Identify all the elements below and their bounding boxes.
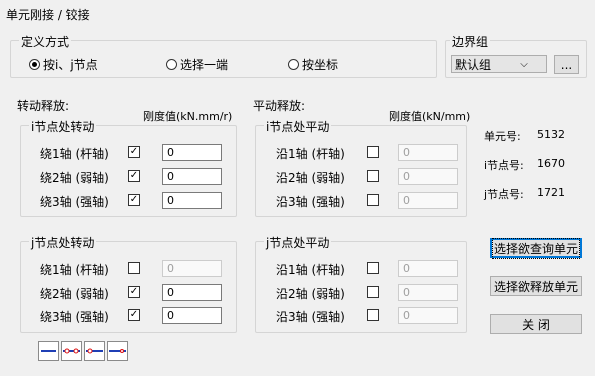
tr-j-axis1-checkbox[interactable] — [367, 262, 379, 274]
rot-j-axis3-checkbox[interactable]: ✓ — [128, 309, 140, 321]
rotation-release-title: 转动释放: — [17, 99, 70, 113]
radio-label: 按坐标 — [302, 58, 339, 72]
tr-j-axis3-stiffness-input: 0 — [398, 307, 458, 324]
select-query-element-button[interactable]: 选择欲查询单元 — [490, 237, 582, 259]
j-node-rotation-legend: j节点处转动 — [29, 234, 97, 251]
rigid-beam-icon[interactable] — [38, 341, 59, 361]
tr-j-axis2-label: 沿2轴 (弱轴) — [276, 287, 345, 301]
element-number-value: 5132 — [537, 128, 565, 141]
i-node-number-label: i节点号: — [484, 159, 524, 172]
rot-i-axis2-checkbox[interactable]: ✓ — [128, 170, 140, 182]
rot-i-axis3-checkbox[interactable]: ✓ — [128, 194, 140, 206]
hinge-both-ends-icon[interactable] — [61, 341, 82, 361]
rot-j-axis3-stiffness-input[interactable]: 0 — [162, 307, 222, 324]
tr-i-axis3-checkbox[interactable] — [367, 194, 379, 206]
select-query-element-label: 选择欲查询单元 — [491, 237, 581, 259]
translation-release-title: 平动释放: — [253, 99, 306, 113]
rotation-stiffness-header: 刚度值(kN.mm/r) — [143, 110, 233, 123]
rot-j-axis1-stiffness-input: 0 — [162, 260, 222, 277]
tr-i-axis1-label: 沿1轴 (杆轴) — [276, 147, 345, 161]
j-node-number-value: 1721 — [537, 186, 565, 199]
j-node-translation-legend: j节点处平动 — [264, 234, 332, 251]
tr-i-axis2-label: 沿2轴 (弱轴) — [276, 171, 345, 185]
i-node-rotation-legend: i节点处转动 — [29, 118, 97, 135]
radio-circle — [166, 59, 177, 70]
rot-j-axis2-label: 绕2轴 (弱轴) — [40, 287, 109, 301]
radio-label: 选择一端 — [180, 58, 229, 72]
tr-i-axis1-checkbox[interactable] — [367, 146, 379, 158]
tr-j-axis2-checkbox[interactable] — [367, 286, 379, 298]
tr-j-axis1-stiffness-input: 0 — [398, 260, 458, 277]
rot-i-axis1-checkbox[interactable]: ✓ — [128, 146, 140, 158]
radio-circle — [288, 59, 299, 70]
rot-j-axis2-checkbox[interactable]: ✓ — [128, 286, 140, 298]
boundary-group-more-button[interactable]: ... — [554, 55, 579, 74]
rot-i-axis3-label: 绕3轴 (强轴) — [40, 195, 109, 209]
chevron-down-icon: ⌵ — [520, 58, 528, 70]
tr-j-axis3-label: 沿3轴 (强轴) — [276, 310, 345, 324]
select-release-element-button[interactable]: 选择欲释放单元 — [490, 276, 582, 296]
tr-j-axis1-label: 沿1轴 (杆轴) — [276, 263, 345, 277]
rot-i-axis2-stiffness-input[interactable]: 0 — [162, 168, 222, 185]
tr-j-axis3-checkbox[interactable] — [367, 309, 379, 321]
rot-j-axis1-checkbox[interactable] — [128, 262, 140, 274]
tr-i-axis1-stiffness-input: 0 — [398, 144, 458, 161]
radio-label: 按i、j节点 — [43, 58, 98, 72]
translation-stiffness-header: 刚度值(kN/mm) — [389, 110, 471, 123]
i-node-number-value: 1670 — [537, 157, 565, 170]
define-mode-legend: 定义方式 — [19, 33, 72, 50]
radio-circle-selected — [29, 59, 40, 70]
rot-j-axis1-label: 绕1轴 (杆轴) — [40, 263, 109, 277]
radio-select-one-end[interactable]: 选择一端 — [166, 56, 228, 73]
rot-i-axis3-stiffness-input[interactable]: 0 — [162, 192, 222, 209]
boundary-group-value: 默认组 — [455, 57, 492, 72]
boundary-group-select[interactable]: 默认组 ⌵ — [451, 55, 547, 73]
rot-i-axis1-stiffness-input[interactable]: 0 — [162, 144, 222, 161]
boundary-group-legend: 边界组 — [450, 33, 491, 50]
i-node-translation-legend: i节点处平动 — [264, 118, 332, 135]
tr-i-axis2-stiffness-input: 0 — [398, 168, 458, 185]
rot-i-axis1-label: 绕1轴 (杆轴) — [40, 147, 109, 161]
element-number-label: 单元号: — [484, 130, 521, 143]
j-node-number-label: j节点号: — [484, 188, 524, 201]
hinge-j-end-icon[interactable] — [107, 341, 128, 361]
radio-by-ij-nodes[interactable]: 按i、j节点 — [29, 56, 98, 73]
rot-j-axis3-label: 绕3轴 (强轴) — [40, 310, 109, 324]
rot-j-axis2-stiffness-input[interactable]: 0 — [162, 284, 222, 301]
radio-by-coordinates[interactable]: 按坐标 — [288, 56, 338, 73]
tr-i-axis3-stiffness-input: 0 — [398, 192, 458, 209]
tr-j-axis2-stiffness-input: 0 — [398, 284, 458, 301]
hinge-i-end-icon[interactable] — [84, 341, 105, 361]
tr-i-axis3-label: 沿3轴 (强轴) — [276, 195, 345, 209]
window-title: 单元刚接 / 铰接 — [6, 8, 90, 22]
close-button[interactable]: 关 闭 — [490, 314, 582, 334]
tr-i-axis2-checkbox[interactable] — [367, 170, 379, 182]
rot-i-axis2-label: 绕2轴 (弱轴) — [40, 171, 109, 185]
